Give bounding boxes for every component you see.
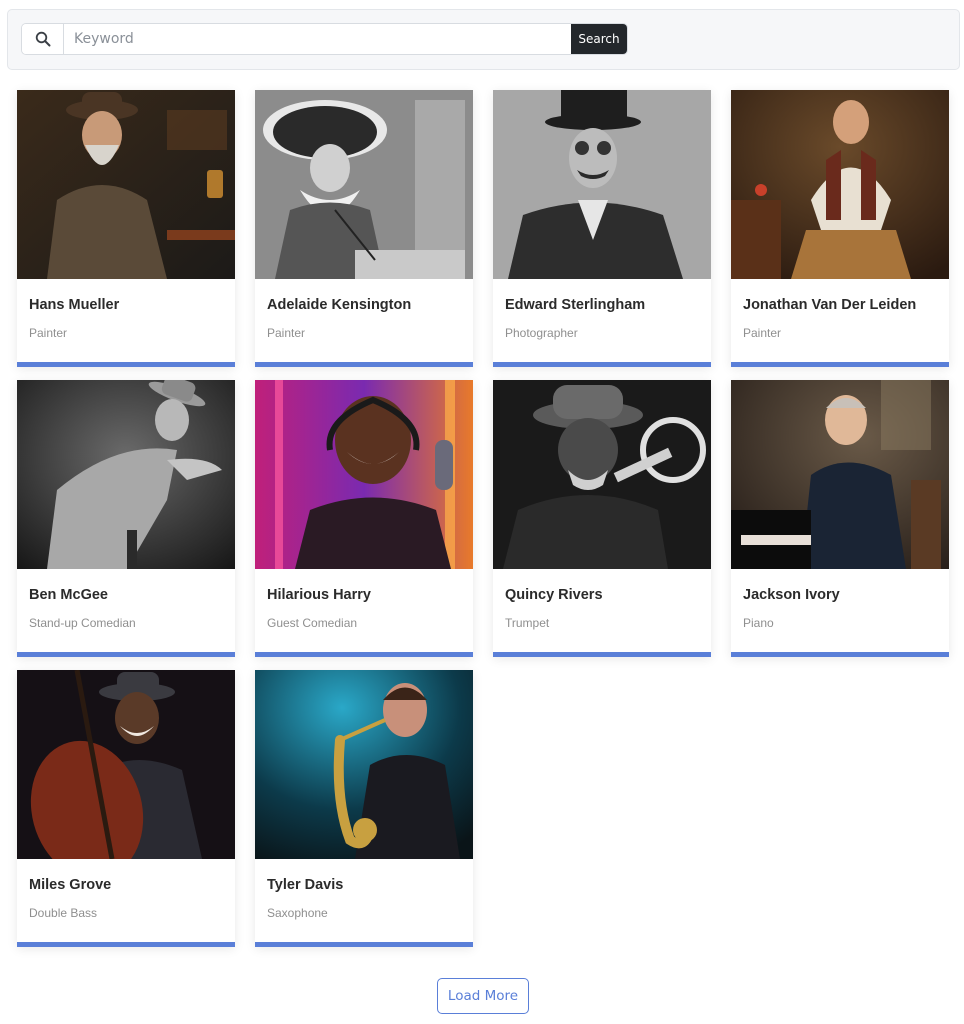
person-photo (493, 380, 711, 569)
person-role: Guest Comedian (267, 616, 358, 630)
person-name: Adelaide Kensington (267, 297, 412, 313)
person-role: Piano (743, 616, 774, 630)
card-accent-bar (493, 652, 711, 657)
card-accent-bar (17, 362, 235, 367)
person-name: Hilarious Harry (267, 587, 371, 603)
search-input[interactable] (64, 24, 571, 54)
person-name: Miles Grove (29, 877, 112, 893)
person-role: Trumpet (505, 616, 550, 630)
person-card[interactable]: Tyler Davis Saxophone (255, 670, 473, 947)
person-photo (255, 90, 473, 279)
person-photo (17, 380, 235, 569)
person-name: Quincy Rivers (505, 587, 603, 603)
person-photo (731, 90, 949, 279)
person-photo (255, 380, 473, 569)
person-role: Double Bass (29, 906, 98, 920)
search-button[interactable]: Search (571, 24, 627, 54)
card-accent-bar (255, 362, 473, 367)
person-card[interactable]: Edward Sterlingham Photographer (493, 90, 711, 367)
person-role: Painter (267, 326, 306, 340)
person-card[interactable]: Jonathan Van Der Leiden Painter (731, 90, 949, 367)
load-more-button[interactable]: Load More (437, 978, 529, 1014)
person-card[interactable]: Hilarious Harry Guest Comedian (255, 380, 473, 657)
person-role: Photographer (505, 326, 578, 340)
card-accent-bar (731, 362, 949, 367)
person-photo (255, 670, 473, 859)
person-name: Tyler Davis (267, 877, 344, 893)
person-card[interactable]: Miles Grove Double Bass (17, 670, 235, 947)
person-card[interactable]: Hans Mueller Painter (17, 90, 235, 367)
person-card[interactable]: Quincy Rivers Trumpet (493, 380, 711, 657)
card-accent-bar (731, 652, 949, 657)
person-photo (493, 90, 711, 279)
person-name: Jonathan Van Der Leiden (743, 297, 917, 313)
card-accent-bar (17, 652, 235, 657)
person-name: Edward Sterlingham (505, 297, 646, 313)
person-role: Painter (29, 326, 68, 340)
people-grid: Hans Mueller Painter Adelaide Kensington… (17, 90, 950, 947)
person-card[interactable]: Adelaide Kensington Painter (255, 90, 473, 367)
person-name: Hans Mueller (29, 297, 120, 313)
search-group: Search (21, 23, 628, 55)
card-accent-bar (17, 942, 235, 947)
person-name: Ben McGee (29, 587, 108, 603)
person-role: Saxophone (267, 906, 328, 920)
person-name: Jackson Ivory (743, 587, 840, 603)
person-card[interactable]: Jackson Ivory Piano (731, 380, 949, 657)
card-accent-bar (493, 362, 711, 367)
person-card[interactable]: Ben McGee Stand-up Comedian (17, 380, 235, 657)
card-accent-bar (255, 652, 473, 657)
person-photo (17, 670, 235, 859)
person-role: Stand-up Comedian (29, 616, 136, 630)
person-photo (17, 90, 235, 279)
card-accent-bar (255, 942, 473, 947)
search-panel: Search (7, 9, 960, 70)
person-role: Painter (743, 326, 782, 340)
search-icon (22, 24, 64, 54)
person-photo (731, 380, 949, 569)
